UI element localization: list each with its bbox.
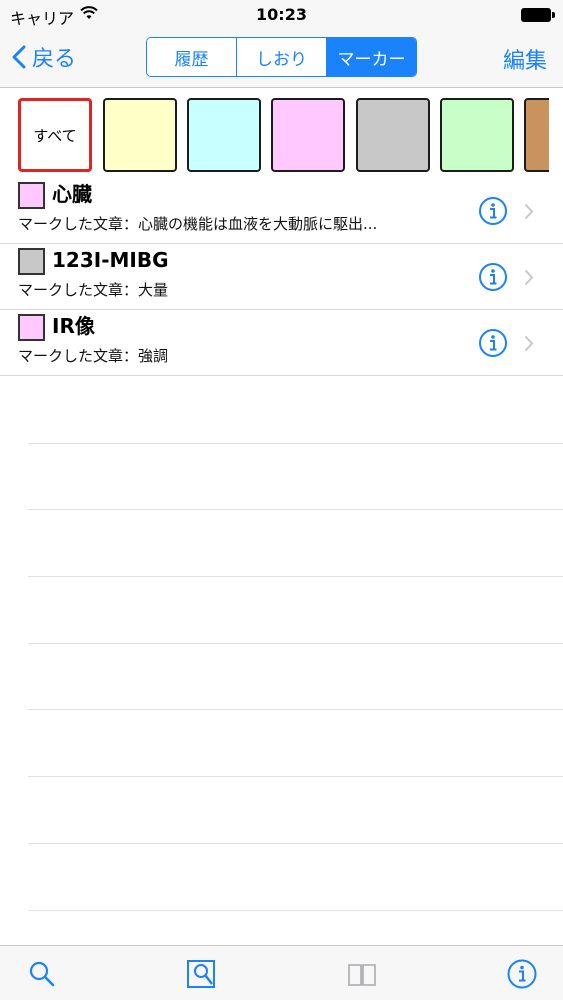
empty-row-separator [28,444,563,511]
marker-title: 心臓 [52,182,92,206]
back-button-label: 戻る [32,47,77,72]
marker-row[interactable]: 123I-MIBG マークした文章：大量 [0,244,563,310]
marker-row[interactable]: 心臓 マークした文章：心臓の機能は血液を大動脈に駆出... [0,178,563,244]
color-filter-green[interactable] [440,98,514,172]
chevron-left-icon [12,45,26,69]
color-filter-pink[interactable] [271,98,345,172]
battery-icon [521,8,555,22]
info-icon[interactable] [506,958,538,990]
info-icon[interactable] [478,196,508,226]
segment-bookmarks[interactable]: しおり [237,38,327,76]
info-icon[interactable] [478,262,508,292]
status-bar: キャリア 10:23 [0,0,563,30]
info-icon[interactable] [478,328,508,358]
search-document-icon[interactable] [186,958,218,990]
empty-row-separator [28,510,563,578]
search-icon[interactable] [26,958,58,990]
marker-color-swatch [18,182,45,209]
empty-row-separator [28,577,563,644]
segment-markers[interactable]: マーカー [327,38,416,76]
segmented-control: 履歴 しおり マーカー [146,37,417,77]
marker-color-swatch [18,314,45,341]
color-filter-brown[interactable] [524,98,549,172]
color-filter-yellow[interactable] [103,98,177,172]
empty-table-area [0,377,563,911]
navigation-bar: 戻る 履歴 しおり マーカー 編集 [0,30,563,88]
marker-subtitle: マークした文章：強調 [18,347,169,365]
marker-title: 123I-MIBG [52,248,169,272]
back-button[interactable]: 戻る [12,40,76,74]
empty-row-separator [28,710,563,778]
empty-row-separator [28,644,563,711]
marker-title: IR像 [52,314,95,338]
color-filter-cyan[interactable] [187,98,261,172]
empty-row-separator [28,777,563,844]
empty-row-separator [28,844,563,911]
empty-row-separator [28,377,563,444]
marker-row[interactable]: IR像 マークした文章：強調 [0,310,563,376]
status-time: 10:23 [256,5,307,24]
color-filter-strip: すべて [0,88,549,180]
color-filter-gray[interactable] [356,98,430,172]
marker-subtitle: マークした文章：大量 [18,281,169,299]
marker-subtitle: マークした文章：心臓の機能は血液を大動脈に駆出... [18,215,378,233]
edit-button[interactable]: 編集 [503,43,547,75]
marker-color-swatch [18,248,45,275]
book-icon[interactable] [346,958,378,990]
chevron-right-icon [524,203,534,220]
marker-list: 心臓 マークした文章：心臓の機能は血液を大動脈に駆出... 123I-MIBG … [0,178,563,376]
color-filter-all-label: すべて [33,126,77,145]
color-filter-all[interactable]: すべて [18,98,92,172]
segment-history[interactable]: 履歴 [147,38,237,76]
chevron-right-icon [524,335,534,352]
tab-bar [0,945,563,1000]
chevron-right-icon [524,269,534,286]
